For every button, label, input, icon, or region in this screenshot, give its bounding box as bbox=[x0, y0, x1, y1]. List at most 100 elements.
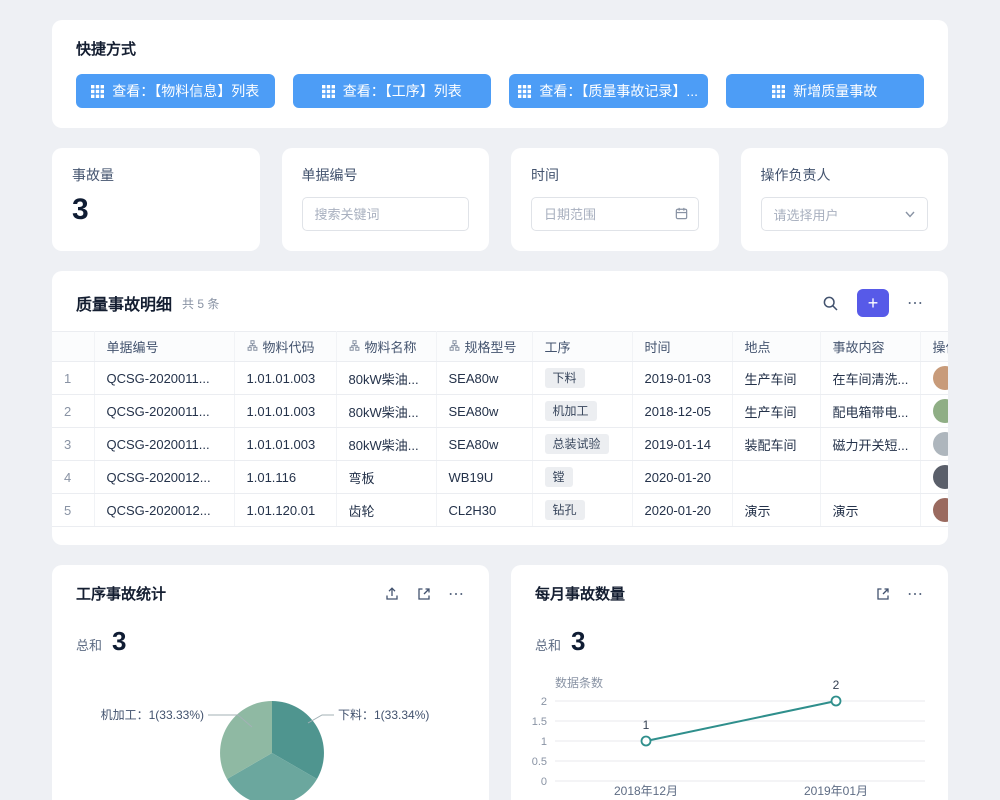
relation-icon bbox=[449, 339, 460, 354]
table-row-count: 共 5 条 bbox=[182, 295, 219, 312]
cell-time: 2020-01-20 bbox=[632, 461, 732, 494]
time-label: 时间 bbox=[531, 165, 699, 185]
add-incident-button[interactable]: 新增质量事故 bbox=[726, 74, 925, 108]
pie-label-jijiagong: 机加工：1(33.33%) bbox=[101, 708, 204, 722]
doc-number-label: 单据编号 bbox=[302, 165, 470, 185]
chart-row: 工序事故统计 ⋯ 总和 3 bbox=[52, 565, 948, 800]
table-row[interactable]: 4 QCSG-2020012... 1.01.116 弯板 WB19U 镗 20… bbox=[52, 461, 948, 494]
col-operator: 操作负责人 bbox=[920, 332, 948, 362]
relation-icon bbox=[247, 339, 258, 354]
cell-doc: QCSG-2020011... bbox=[94, 395, 234, 428]
line-total-value: 3 bbox=[571, 626, 585, 657]
cell-name: 弯板 bbox=[336, 461, 436, 494]
view-process-list-button[interactable]: 查看：【工序】列表 bbox=[293, 74, 492, 108]
line-total-label: 总和 bbox=[535, 635, 561, 654]
table-row[interactable]: 2 QCSG-2020011... 1.01.01.003 80kW柴油... … bbox=[52, 395, 948, 428]
cell-place: 生产车间 bbox=[732, 362, 820, 395]
cell-time: 2019-01-14 bbox=[632, 428, 732, 461]
grid-icon bbox=[322, 85, 335, 98]
process-tag: 镗 bbox=[545, 467, 573, 487]
cell-code: 1.01.01.003 bbox=[234, 395, 336, 428]
cell-place: 装配车间 bbox=[732, 428, 820, 461]
cell-operator bbox=[920, 428, 948, 461]
cell-content bbox=[820, 461, 920, 494]
line-chart-title: 每月事故数量 bbox=[535, 583, 625, 604]
col-index bbox=[52, 332, 94, 362]
dashboard-page: 快捷方式 查看：【物料信息】列表 查看：【工序】列表 查看：【质量事故记录】..… bbox=[52, 0, 948, 800]
monthly-line-chart: 数据条数 2 1.5 1 0.5 0 1 2 2018年12月 2019年01月… bbox=[511, 675, 948, 800]
operator-filter-card: 操作负责人 请选择用户 bbox=[741, 148, 949, 251]
incident-count-card: 事故量 3 bbox=[52, 148, 260, 251]
row-index: 3 bbox=[52, 428, 94, 461]
avatar bbox=[933, 432, 949, 456]
table-header-row: 单据编号 物料代码 物料名称 规格型号 工序 时间 地点 事故内 bbox=[52, 332, 948, 362]
cell-spec: SEA80w bbox=[436, 395, 532, 428]
view-material-list-button[interactable]: 查看：【物料信息】列表 bbox=[76, 74, 275, 108]
monthly-count-card: 每月事故数量 ⋯ 总和 3 数据条数 2 1.5 bbox=[511, 565, 948, 800]
process-stats-card: 工序事故统计 ⋯ 总和 3 bbox=[52, 565, 489, 800]
cell-name: 齿轮 bbox=[336, 494, 436, 527]
user-select[interactable]: 请选择用户 bbox=[761, 197, 929, 231]
y-axis-name: 数据条数 bbox=[555, 675, 603, 690]
more-options-icon[interactable]: ⋯ bbox=[907, 584, 924, 604]
cell-content: 演示 bbox=[820, 494, 920, 527]
shortcut-button-row: 查看：【物料信息】列表 查看：【工序】列表 查看：【质量事故记录】... 新增质… bbox=[76, 74, 924, 108]
more-options-icon[interactable]: ⋯ bbox=[448, 584, 465, 604]
cell-process: 机加工 bbox=[532, 395, 632, 428]
point-label: 2 bbox=[833, 678, 840, 692]
more-options-icon[interactable]: ⋯ bbox=[907, 293, 924, 313]
shortcuts-card: 快捷方式 查看：【物料信息】列表 查看：【工序】列表 查看：【质量事故记录】..… bbox=[52, 20, 948, 128]
col-place: 地点 bbox=[732, 332, 820, 362]
cell-process: 钻孔 bbox=[532, 494, 632, 527]
cell-name: 80kW柴油... bbox=[336, 395, 436, 428]
cell-operator bbox=[920, 461, 948, 494]
cell-doc: QCSG-2020011... bbox=[94, 428, 234, 461]
col-time: 时间 bbox=[632, 332, 732, 362]
avatar bbox=[933, 498, 949, 522]
cell-process: 下料 bbox=[532, 362, 632, 395]
y-tick: 2 bbox=[541, 696, 547, 708]
view-incident-records-button[interactable]: 查看：【质量事故记录】... bbox=[509, 74, 708, 108]
table-row[interactable]: 5 QCSG-2020012... 1.01.120.01 齿轮 CL2H30 … bbox=[52, 494, 948, 527]
table-row[interactable]: 1 QCSG-2020011... 1.01.01.003 80kW柴油... … bbox=[52, 362, 948, 395]
pie-chart-title: 工序事故统计 bbox=[76, 583, 166, 604]
chevron-down-icon bbox=[905, 211, 915, 218]
table-row[interactable]: 3 QCSG-2020011... 1.01.01.003 80kW柴油... … bbox=[52, 428, 948, 461]
cell-place: 演示 bbox=[732, 494, 820, 527]
doc-number-filter-card: 单据编号 bbox=[282, 148, 490, 251]
search-icon[interactable] bbox=[822, 295, 839, 312]
cell-code: 1.01.116 bbox=[234, 461, 336, 494]
expand-icon[interactable] bbox=[875, 586, 891, 602]
cell-content: 磁力开关短... bbox=[820, 428, 920, 461]
cell-name: 80kW柴油... bbox=[336, 428, 436, 461]
grid-icon bbox=[91, 85, 104, 98]
cell-name: 80kW柴油... bbox=[336, 362, 436, 395]
cell-place: 生产车间 bbox=[732, 395, 820, 428]
shortcuts-title: 快捷方式 bbox=[76, 38, 924, 59]
cell-code: 1.01.120.01 bbox=[234, 494, 336, 527]
process-pie-chart: 机加工：1(33.33%) 下料：1(33.34%) 总装试验：1(33.33%… bbox=[52, 657, 489, 800]
button-label: 查看：【物料信息】列表 bbox=[112, 81, 259, 101]
doc-number-search-input[interactable] bbox=[302, 197, 470, 231]
col-doc-number: 单据编号 bbox=[94, 332, 234, 362]
avatar bbox=[933, 366, 949, 390]
avatar bbox=[933, 399, 949, 423]
cell-operator bbox=[920, 395, 948, 428]
y-tick: 0.5 bbox=[532, 756, 547, 768]
button-label: 查看：【工序】列表 bbox=[343, 81, 462, 101]
button-label: 新增质量事故 bbox=[793, 81, 877, 101]
x-tick: 2018年12月 bbox=[614, 784, 678, 798]
expand-icon[interactable] bbox=[416, 586, 432, 602]
calendar-icon[interactable] bbox=[674, 206, 689, 226]
cell-process: 镗 bbox=[532, 461, 632, 494]
incident-count-value: 3 bbox=[72, 193, 240, 227]
cell-spec: SEA80w bbox=[436, 362, 532, 395]
add-record-button[interactable]: + bbox=[857, 289, 889, 317]
export-icon[interactable] bbox=[384, 586, 400, 602]
cell-operator bbox=[920, 362, 948, 395]
table-title: 质量事故明细 bbox=[76, 291, 172, 315]
pie-label-xialiao: 下料：1(33.34%) bbox=[338, 708, 429, 722]
cell-doc: QCSG-2020012... bbox=[94, 461, 234, 494]
col-material-name: 物料名称 bbox=[336, 332, 436, 362]
cell-content: 配电箱带电... bbox=[820, 395, 920, 428]
